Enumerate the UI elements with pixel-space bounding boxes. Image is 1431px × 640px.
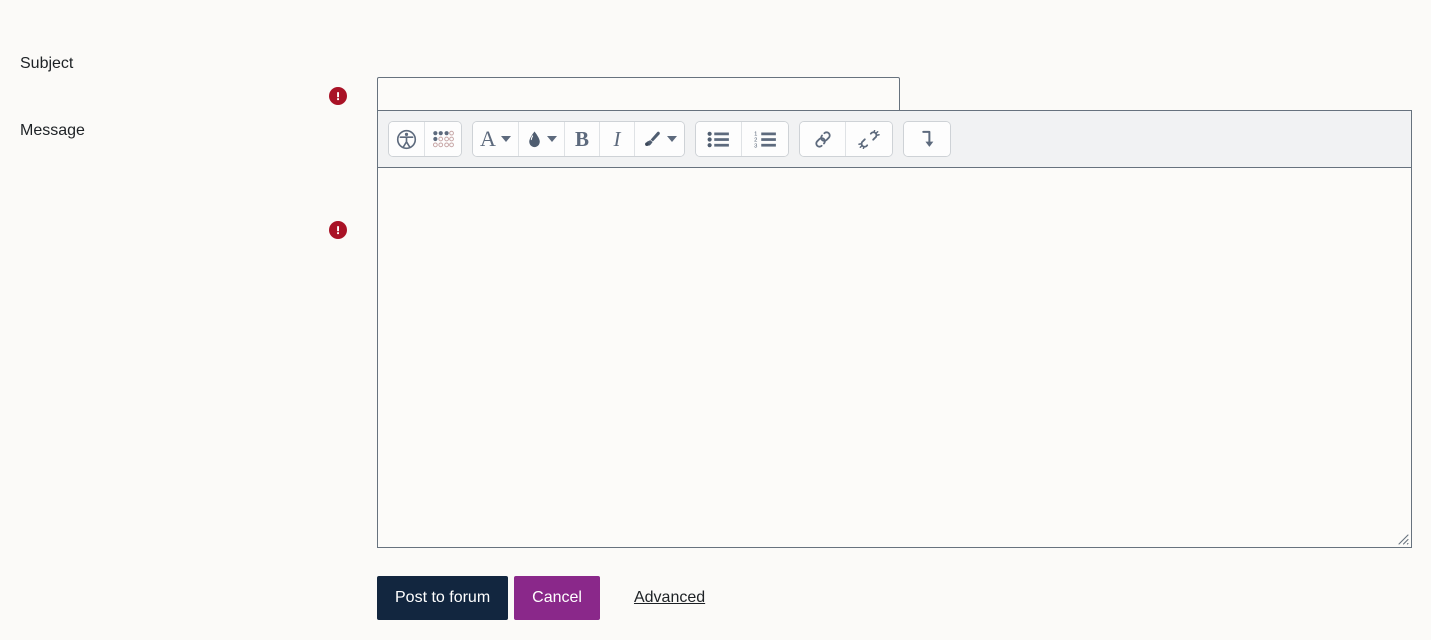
link-icon[interactable] bbox=[800, 122, 846, 156]
chevron-down-icon bbox=[667, 136, 677, 142]
message-label: Message bbox=[20, 122, 85, 139]
bold-icon[interactable]: B bbox=[565, 122, 600, 156]
svg-text:3: 3 bbox=[754, 143, 757, 148]
required-exclamation-icon bbox=[329, 221, 347, 239]
resize-grip-icon[interactable] bbox=[1395, 531, 1409, 545]
form-actions: Post to forum Cancel Advanced bbox=[377, 576, 705, 620]
unlink-icon[interactable] bbox=[846, 122, 892, 156]
required-exclamation-icon bbox=[329, 87, 347, 105]
toolbar-group-expand bbox=[903, 121, 951, 157]
font-style-glyph: A bbox=[480, 126, 496, 151]
accessibility-checker-icon[interactable] bbox=[389, 122, 425, 156]
editor-toolbar: A B I 1 2 3 bbox=[377, 110, 1412, 167]
toolbar-group-lists: 1 2 3 bbox=[695, 121, 789, 157]
toolbar-group-accessibility bbox=[388, 121, 462, 157]
italic-icon[interactable]: I bbox=[600, 122, 635, 156]
toolbar-group-links bbox=[799, 121, 893, 157]
subject-label: Subject bbox=[20, 55, 74, 72]
cancel-button[interactable]: Cancel bbox=[514, 576, 600, 620]
italic-glyph: I bbox=[613, 126, 621, 151]
message-editor: A B I 1 2 3 bbox=[377, 110, 1412, 548]
screenreader-helper-icon[interactable] bbox=[425, 122, 461, 156]
advanced-link[interactable]: Advanced bbox=[634, 589, 705, 607]
toolbar-group-text-style: A B I bbox=[472, 121, 685, 157]
chevron-down-icon bbox=[500, 136, 511, 142]
chevron-down-icon bbox=[546, 136, 557, 142]
text-color-droplet-icon[interactable] bbox=[519, 122, 565, 156]
post-to-forum-button[interactable]: Post to forum bbox=[377, 576, 509, 620]
font-style-icon[interactable]: A bbox=[473, 122, 519, 156]
message-editor-body[interactable] bbox=[377, 167, 1412, 548]
show-more-buttons-arrow-icon[interactable] bbox=[904, 122, 950, 156]
forum-post-form: Subject Message A B I 1 2 3 Post to foru… bbox=[0, 0, 1431, 640]
bold-glyph: B bbox=[574, 126, 589, 151]
paintbrush-icon[interactable] bbox=[635, 122, 684, 156]
unordered-list-icon[interactable] bbox=[696, 122, 742, 156]
ordered-list-icon[interactable]: 1 2 3 bbox=[742, 122, 788, 156]
